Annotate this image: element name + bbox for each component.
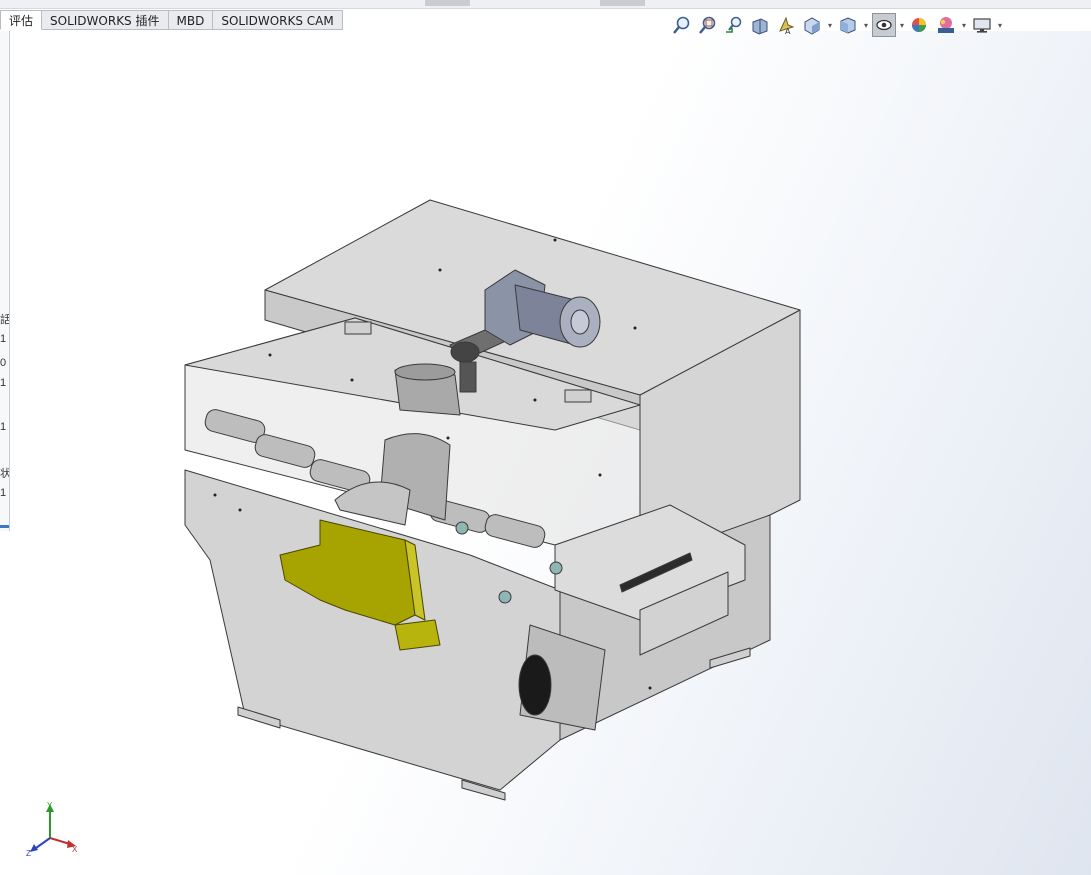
- triad-z-label: Z: [26, 849, 31, 858]
- feature-manager-panel[interactable]: 話 1 : 0 1 1 状 1 :: [0, 31, 10, 531]
- motor-fan-hub: [570, 309, 590, 335]
- display-style-icon[interactable]: [836, 13, 860, 37]
- command-manager-tabs: 评估 SOLIDWORKS 插件 MBD SOLIDWORKS CAM: [0, 10, 343, 31]
- panel-text: 1: [0, 421, 7, 433]
- adjust-knob: [498, 590, 512, 604]
- adjust-knob: [549, 561, 563, 575]
- chevron-down-icon[interactable]: ▾: [996, 13, 1004, 37]
- chevron-down-icon[interactable]: ▾: [862, 13, 870, 37]
- triad-y-label: Y: [47, 801, 53, 810]
- tab-evaluate[interactable]: 评估: [0, 10, 43, 30]
- triad-x-label: X: [72, 845, 78, 854]
- svg-text:A: A: [785, 27, 791, 35]
- tab-mbd[interactable]: MBD: [168, 10, 214, 30]
- chevron-down-icon[interactable]: ▾: [960, 13, 968, 37]
- tab-solidworks-addins[interactable]: SOLIDWORKS 插件: [42, 10, 169, 30]
- apply-scene-icon[interactable]: [934, 13, 958, 37]
- view-triad: Y X Z: [26, 800, 86, 865]
- panel-text: 1 :: [0, 333, 9, 345]
- panel-text: 0: [0, 357, 7, 369]
- chevron-down-icon[interactable]: ▾: [898, 13, 906, 37]
- view-settings-icon[interactable]: [970, 13, 994, 37]
- dust-port: [518, 654, 552, 716]
- panel-splitter[interactable]: [0, 525, 9, 528]
- post-cap: [344, 321, 372, 335]
- tab-solidworks-cam[interactable]: SOLIDWORKS CAM: [213, 10, 343, 30]
- safety-guard-tab: [394, 619, 441, 651]
- adjust-knob: [455, 521, 469, 535]
- panel-text: 話: [0, 314, 9, 326]
- top-strip-segment: [425, 0, 470, 6]
- zoom-to-fit-icon[interactable]: [670, 13, 694, 37]
- machine-3d-model[interactable]: [180, 195, 810, 805]
- dynamic-annotation-views-icon[interactable]: A: [774, 13, 798, 37]
- panel-text: 状: [0, 468, 9, 480]
- top-strip: [0, 0, 1091, 9]
- post-cap: [564, 389, 592, 403]
- sprocket-shaft: [459, 361, 477, 393]
- view-orientation-icon[interactable]: [800, 13, 824, 37]
- panel-text: 1: [0, 377, 7, 389]
- dust-hood-top: [394, 363, 456, 381]
- section-view-icon[interactable]: [748, 13, 772, 37]
- hide-show-items-icon[interactable]: [872, 13, 896, 37]
- previous-view-icon[interactable]: [722, 13, 746, 37]
- chevron-down-icon[interactable]: ▾: [826, 13, 834, 37]
- sprocket: [450, 341, 480, 363]
- zoom-to-area-icon[interactable]: [696, 13, 720, 37]
- top-strip-segment: [600, 0, 645, 6]
- panel-text: 1 :: [0, 487, 9, 499]
- edit-appearance-icon[interactable]: [908, 13, 932, 37]
- heads-up-view-toolbar: A ▾ ▾ ▾ ▾ ▾: [670, 13, 1004, 37]
